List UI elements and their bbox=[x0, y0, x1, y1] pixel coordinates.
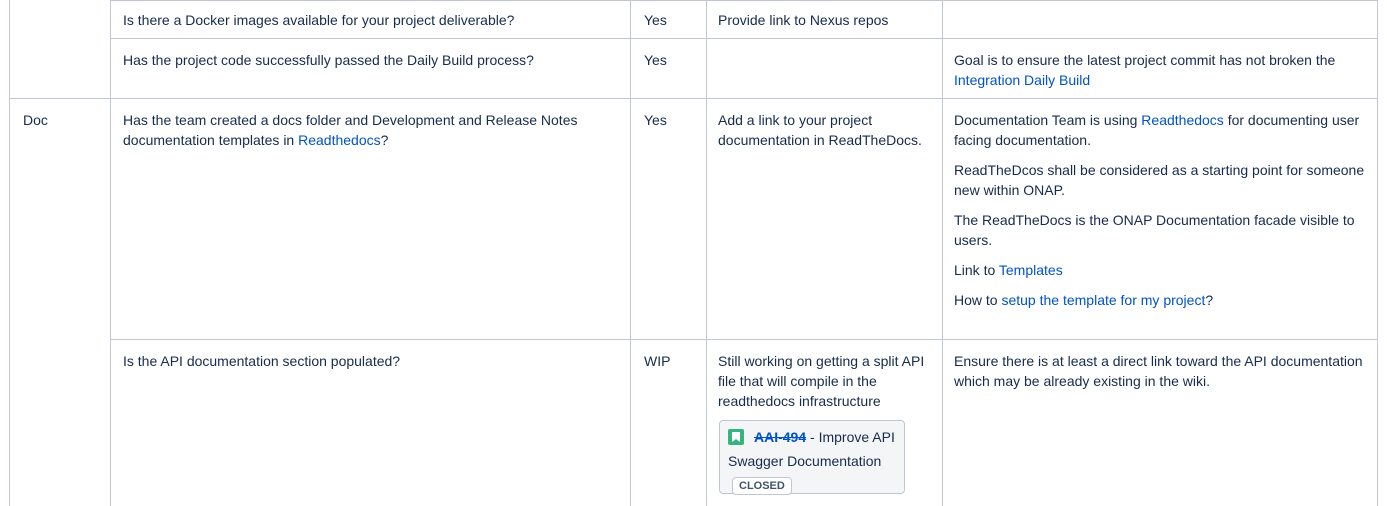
comment-text: ? bbox=[1205, 292, 1214, 308]
row-divider bbox=[110, 0, 1378, 1]
evidence-cell: Provide link to Nexus repos bbox=[718, 10, 930, 30]
story-icon bbox=[728, 429, 744, 445]
row-divider bbox=[110, 38, 1378, 39]
evidence-cell: Still working on getting a split API fil… bbox=[718, 351, 930, 411]
question-cell: Has the project code successfully passed… bbox=[123, 50, 618, 70]
question-text: Has the project code successfully passed… bbox=[123, 52, 534, 68]
question-text: Is there a Docker images available for y… bbox=[123, 12, 515, 28]
question-cell: Is the API documentation section populat… bbox=[123, 351, 618, 371]
table-border-col4 bbox=[942, 0, 943, 506]
row-divider bbox=[110, 339, 1378, 340]
row-divider bbox=[9, 98, 1378, 99]
area-text: Doc bbox=[23, 112, 48, 128]
comment-text: Goal is to ensure the latest project com… bbox=[954, 52, 1336, 68]
setup-template-link[interactable]: setup the template for my project bbox=[1001, 292, 1205, 308]
table-border-col1 bbox=[110, 0, 111, 506]
jira-issue-card[interactable]: AAI-494 - Improve API Swagger Documentat… bbox=[719, 420, 905, 495]
answer-cell: Yes bbox=[644, 110, 667, 130]
answer-text: WIP bbox=[644, 353, 671, 369]
question-text: Is the API documentation section populat… bbox=[123, 353, 401, 369]
answer-cell: Yes bbox=[644, 10, 667, 30]
table-border-col2 bbox=[630, 0, 631, 506]
comment-cell: Ensure there is at least a direct link t… bbox=[954, 351, 1366, 391]
integration-daily-build-link[interactable]: Integration Daily Build bbox=[954, 72, 1090, 88]
evidence-text: Still working on getting a split API fil… bbox=[718, 353, 925, 409]
comment-cell: Documentation Team is using Readthedocs … bbox=[954, 110, 1366, 310]
table-border-right bbox=[1377, 0, 1378, 506]
answer-text: Yes bbox=[644, 52, 667, 68]
evidence-text: Add a link to your project documentation… bbox=[718, 112, 922, 148]
comment-text: Documentation Team is using bbox=[954, 112, 1142, 128]
question-cell: Is there a Docker images available for y… bbox=[123, 10, 618, 30]
answer-cell: WIP bbox=[644, 351, 670, 371]
area-cell: Doc bbox=[23, 110, 48, 130]
comment-paragraph: Documentation Team is using Readthedocs … bbox=[954, 110, 1366, 150]
comment-paragraph: How to setup the template for my project… bbox=[954, 290, 1366, 310]
readthedocs-link[interactable]: Readthedocs bbox=[1141, 112, 1224, 128]
comment-text: Ensure there is at least a direct link t… bbox=[954, 353, 1363, 389]
table-border-col3 bbox=[706, 0, 707, 506]
comment-paragraph: The ReadTheDocs is the ONAP Documentatio… bbox=[954, 212, 1355, 248]
answer-text: Yes bbox=[644, 12, 667, 28]
answer-text: Yes bbox=[644, 112, 667, 128]
comment-text: How to bbox=[954, 292, 1002, 308]
jira-issue-key[interactable]: AAI-494 bbox=[754, 429, 806, 445]
templates-link[interactable]: Templates bbox=[999, 262, 1063, 278]
question-suffix: ? bbox=[380, 132, 389, 148]
comment-cell: Goal is to ensure the latest project com… bbox=[954, 50, 1366, 90]
question-cell: Has the team created a docs folder and D… bbox=[123, 110, 593, 150]
comment-text: Link to bbox=[954, 262, 999, 278]
table-border-left bbox=[9, 0, 10, 506]
evidence-cell: Add a link to your project documentation… bbox=[718, 110, 923, 150]
comment-paragraph: ReadTheDcos shall be considered as a sta… bbox=[954, 162, 1365, 198]
evidence-text: Provide link to Nexus repos bbox=[718, 12, 889, 28]
comment-paragraph: Link to Templates bbox=[954, 260, 1366, 280]
readthedocs-link[interactable]: Readthedocs bbox=[298, 132, 381, 148]
answer-cell: Yes bbox=[644, 50, 667, 70]
status-badge: CLOSED bbox=[732, 477, 792, 495]
